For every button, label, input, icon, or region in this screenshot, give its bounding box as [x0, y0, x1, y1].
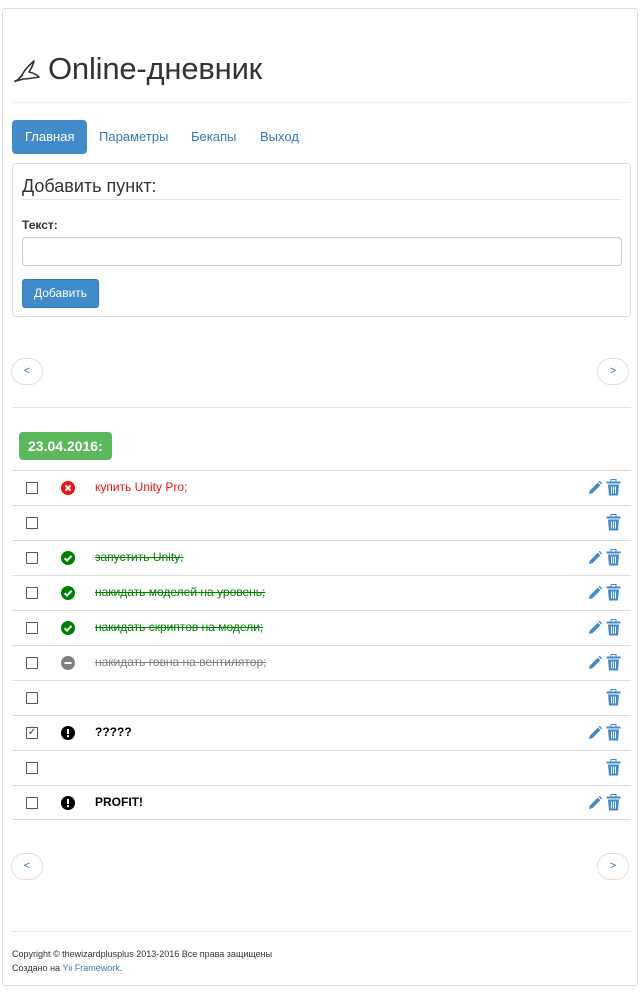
page-container: Online-дневник Главная Параметры Бекапы … — [2, 8, 638, 986]
trash-icon[interactable] — [606, 619, 621, 636]
item-checkbox[interactable] — [26, 622, 38, 634]
yii-framework-link[interactable]: Yii Framework — [63, 963, 120, 973]
pencil-icon[interactable] — [587, 655, 603, 671]
table-row — [12, 680, 631, 715]
item-text: запустить Unity; — [95, 550, 184, 564]
text-field-label: Текст: — [22, 218, 58, 232]
site-header: Online-дневник — [12, 9, 630, 103]
pencil-icon[interactable] — [587, 725, 603, 741]
check-circle-icon — [61, 551, 75, 565]
trash-icon[interactable] — [606, 479, 621, 496]
footer-made-suffix: . — [119, 963, 123, 973]
item-checkbox[interactable] — [26, 587, 38, 599]
site-title: Online-дневник — [48, 51, 263, 86]
trash-icon[interactable] — [606, 794, 621, 811]
minus-circle-icon — [61, 656, 75, 670]
footer-made-with: Создано на Yii Framework. — [12, 963, 122, 973]
item-text: накидать моделей на уровень; — [95, 585, 266, 599]
footer-made-prefix: Создано на — [12, 963, 63, 973]
pager-prev-top-button[interactable]: < — [11, 358, 43, 385]
item-text: накидать говна на вентилятор; — [95, 655, 267, 669]
trash-icon[interactable] — [606, 549, 621, 566]
divider — [12, 407, 631, 408]
item-checkbox[interactable] — [26, 657, 38, 669]
exclamation-circle-icon — [61, 796, 75, 810]
quill-pen-icon — [14, 60, 40, 83]
trash-icon[interactable] — [606, 584, 621, 601]
nav-item-logout[interactable]: Выход — [247, 120, 312, 154]
pencil-icon[interactable] — [587, 620, 603, 636]
pencil-icon[interactable] — [587, 550, 603, 566]
pager-prev-bottom-button[interactable]: < — [11, 853, 43, 880]
nav-item-backups[interactable]: Бекапы — [178, 120, 249, 154]
date-badge: 23.04.2016: — [19, 432, 112, 460]
add-item-title: Добавить пункт: — [22, 174, 621, 200]
pager-next-top-button[interactable]: > — [597, 358, 629, 385]
table-row: накидать говна на вентилятор; — [12, 645, 631, 680]
item-text-input[interactable] — [22, 237, 622, 266]
item-checkbox[interactable] — [26, 482, 38, 494]
item-checkbox[interactable] — [26, 692, 38, 704]
exclamation-circle-icon — [61, 726, 75, 740]
trash-icon[interactable] — [606, 654, 621, 671]
table-row — [12, 505, 631, 540]
item-checkbox-checked[interactable]: ✓ — [26, 727, 38, 739]
item-text: PROFIT! — [95, 795, 143, 809]
table-row — [12, 750, 631, 785]
todo-list: купить Unity Pro; запустить Unity; накид… — [12, 470, 631, 820]
trash-icon[interactable] — [606, 759, 621, 776]
item-text: ????? — [95, 725, 132, 739]
table-row: купить Unity Pro; — [12, 470, 631, 505]
pager-next-bottom-button[interactable]: > — [597, 853, 629, 880]
footer-divider — [12, 931, 631, 932]
add-item-panel: Добавить пункт: Текст: Добавить — [12, 163, 631, 317]
check-circle-icon — [61, 621, 75, 635]
trash-icon[interactable] — [606, 514, 621, 531]
item-checkbox[interactable] — [26, 552, 38, 564]
trash-icon[interactable] — [606, 689, 621, 706]
table-row: накидать моделей на уровень; — [12, 575, 631, 610]
table-row: PROFIT! — [12, 785, 631, 820]
item-checkbox[interactable] — [26, 797, 38, 809]
pencil-icon[interactable] — [587, 585, 603, 601]
pencil-icon[interactable] — [587, 795, 603, 811]
pencil-icon[interactable] — [587, 480, 603, 496]
footer-copyright: Copyright © thewizardplusplus 2013-2016 … — [12, 949, 273, 959]
item-text: купить Unity Pro; — [95, 480, 188, 494]
item-text: накидать скриптов на модели; — [95, 620, 264, 634]
nav-item-home[interactable]: Главная — [12, 120, 88, 154]
nav-item-settings[interactable]: Параметры — [86, 120, 181, 154]
trash-icon[interactable] — [606, 724, 621, 741]
add-item-button[interactable]: Добавить — [22, 279, 100, 308]
table-row: ✓ ????? — [12, 715, 631, 750]
item-checkbox[interactable] — [26, 517, 38, 529]
item-checkbox[interactable] — [26, 762, 38, 774]
table-row: запустить Unity; — [12, 540, 631, 575]
cross-circle-icon — [61, 481, 75, 495]
table-row: накидать скриптов на модели; — [12, 610, 631, 645]
check-circle-icon — [61, 586, 75, 600]
